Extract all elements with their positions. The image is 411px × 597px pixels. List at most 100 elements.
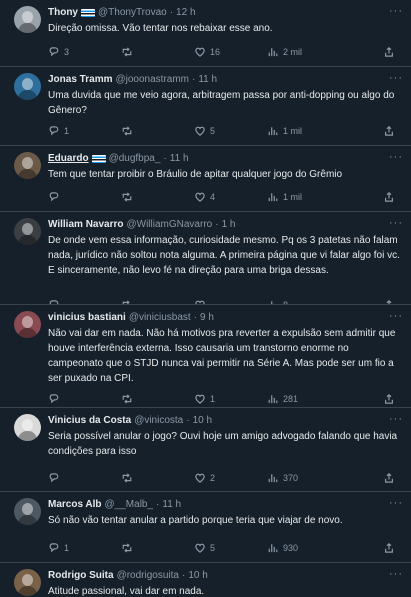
like-button[interactable]: 5: [194, 125, 267, 137]
separator-dot: ·: [156, 499, 160, 510]
more-options-icon[interactable]: ···: [389, 151, 403, 163]
reply-button[interactable]: [48, 472, 121, 484]
tweet[interactable]: Vinicius da Costa @vinicosta · 10 h ··· Seria…: [0, 408, 411, 492]
retweet-button[interactable]: [121, 472, 194, 484]
avatar-body: [18, 515, 37, 525]
avatar[interactable]: [14, 218, 41, 245]
reply-button[interactable]: [48, 393, 121, 405]
tweet[interactable]: Thony @ThonyTrovao · 12 h ··· Direção omissa.…: [0, 0, 411, 67]
timestamp[interactable]: 9 h: [200, 312, 214, 323]
timestamp[interactable]: 10 h: [193, 415, 212, 426]
more-options-icon[interactable]: ···: [389, 413, 403, 425]
flag-icon: [91, 154, 106, 163]
avatar[interactable]: [14, 414, 41, 441]
avatar-face: [22, 78, 33, 90]
author-handle[interactable]: @ThonyTrovao: [98, 7, 167, 18]
like-button[interactable]: 1: [194, 393, 267, 405]
author-handle[interactable]: @__Malb_: [105, 499, 154, 510]
share-button[interactable]: [383, 191, 399, 203]
views-count: 281: [283, 394, 299, 404]
author-name[interactable]: Jonas Tramm: [48, 74, 112, 85]
tweet[interactable]: Rodrigo Suita @rodrigosuita · 10 h ··· Atitud…: [0, 563, 411, 597]
more-options-icon[interactable]: ···: [389, 5, 403, 17]
tweet[interactable]: vinicius bastiani @viniciusbast · 9 h ··· Não…: [0, 305, 411, 408]
tweet[interactable]: Eduardo @dugfbpa_ · 11 h ··· Tem que tentar p…: [0, 146, 411, 212]
more-options-icon[interactable]: ···: [389, 217, 403, 229]
tweet-content: William Navarro @WilliamGNavarro · 1 h ··· De…: [48, 217, 403, 278]
author-name[interactable]: William Navarro: [48, 219, 124, 230]
tweet-content: Rodrigo Suita @rodrigosuita · 10 h ··· Atitud…: [48, 568, 403, 597]
author-name[interactable]: vinicius bastiani: [48, 312, 126, 323]
reply-button[interactable]: 1: [48, 542, 121, 554]
timestamp[interactable]: 12 h: [176, 7, 195, 18]
avatar[interactable]: [14, 569, 41, 596]
views-icon: [268, 474, 278, 483]
like-button[interactable]: 2: [194, 472, 267, 484]
like-count: 4: [210, 192, 216, 202]
views-button[interactable]: 370: [267, 472, 340, 484]
more-options-icon[interactable]: ···: [389, 310, 403, 322]
author-name[interactable]: Vinicius da Costa: [48, 415, 131, 426]
timestamp[interactable]: 11 h: [162, 499, 181, 510]
avatar[interactable]: [14, 152, 41, 179]
share-button[interactable]: [383, 125, 399, 137]
reply-icon: [49, 47, 59, 57]
views-button[interactable]: 2 mil: [267, 46, 340, 58]
author-name[interactable]: Rodrigo Suita: [48, 570, 114, 581]
share-button[interactable]: [383, 472, 399, 484]
more-options-icon[interactable]: ···: [389, 72, 403, 84]
retweet-button[interactable]: [121, 46, 194, 58]
views-icon: [268, 193, 278, 202]
retweet-button[interactable]: [121, 393, 194, 405]
author-handle[interactable]: @jooonastramm: [115, 74, 189, 85]
retweet-button[interactable]: [121, 125, 194, 137]
tweet-content: Thony @ThonyTrovao · 12 h ··· Direção omissa.…: [48, 5, 403, 36]
reply-button[interactable]: 3: [48, 46, 121, 58]
timestamp[interactable]: 11 h: [170, 153, 189, 164]
timestamp[interactable]: 1 h: [222, 219, 236, 230]
share-button[interactable]: [383, 46, 399, 58]
tweet[interactable]: Marcos Alb @__Malb_ · 11 h ··· Só não vão ten…: [0, 492, 411, 563]
views-button[interactable]: 930: [267, 542, 340, 554]
avatar[interactable]: [14, 311, 41, 338]
views-count: 930: [283, 543, 299, 553]
share-button[interactable]: [383, 542, 399, 554]
like-button[interactable]: 16: [194, 46, 267, 58]
author-handle[interactable]: @vinicosta: [134, 415, 183, 426]
retweet-icon: [122, 126, 132, 136]
retweet-icon: [122, 47, 132, 57]
share-icon: [385, 543, 393, 553]
reply-button[interactable]: [48, 191, 121, 203]
retweet-button[interactable]: [121, 542, 194, 554]
views-count: 370: [283, 473, 299, 483]
author-name[interactable]: Thony: [48, 7, 78, 18]
author-name[interactable]: Eduardo: [48, 153, 89, 164]
views-button[interactable]: 1 mil: [267, 191, 340, 203]
avatar[interactable]: [14, 6, 41, 33]
tweet-header: William Navarro @WilliamGNavarro · 1 h ···: [48, 217, 403, 232]
tweet-text: Não vai dar em nada. Não há motivos pra …: [48, 328, 396, 384]
like-button[interactable]: 5: [194, 542, 267, 554]
more-options-icon[interactable]: ···: [389, 497, 403, 509]
retweet-button[interactable]: [121, 191, 194, 203]
author-handle[interactable]: @viniciusbast: [129, 312, 191, 323]
tweet[interactable]: William Navarro @WilliamGNavarro · 1 h ··· De…: [0, 212, 411, 305]
timestamp[interactable]: 10 h: [188, 570, 207, 581]
author-handle[interactable]: @rodrigosuita: [117, 570, 179, 581]
views-button[interactable]: 1 mil: [267, 125, 340, 137]
like-button[interactable]: 4: [194, 191, 267, 203]
tweet[interactable]: Jonas Tramm @jooonastramm · 11 h ··· Uma duvi…: [0, 67, 411, 146]
more-options-icon[interactable]: ···: [389, 568, 403, 580]
reply-button[interactable]: 1: [48, 125, 121, 137]
like-icon: [195, 473, 205, 483]
share-button[interactable]: [383, 393, 399, 405]
avatar[interactable]: [14, 498, 41, 525]
author-handle[interactable]: @dugfbpa_: [109, 153, 161, 164]
views-button[interactable]: 281: [267, 393, 340, 405]
author-name[interactable]: Marcos Alb: [48, 499, 102, 510]
avatar[interactable]: [14, 73, 41, 100]
tweet-content: vinicius bastiani @viniciusbast · 9 h ··· Não…: [48, 310, 403, 386]
retweet-icon: [122, 473, 132, 483]
author-handle[interactable]: @WilliamGNavarro: [127, 219, 213, 230]
timestamp[interactable]: 11 h: [198, 74, 217, 85]
